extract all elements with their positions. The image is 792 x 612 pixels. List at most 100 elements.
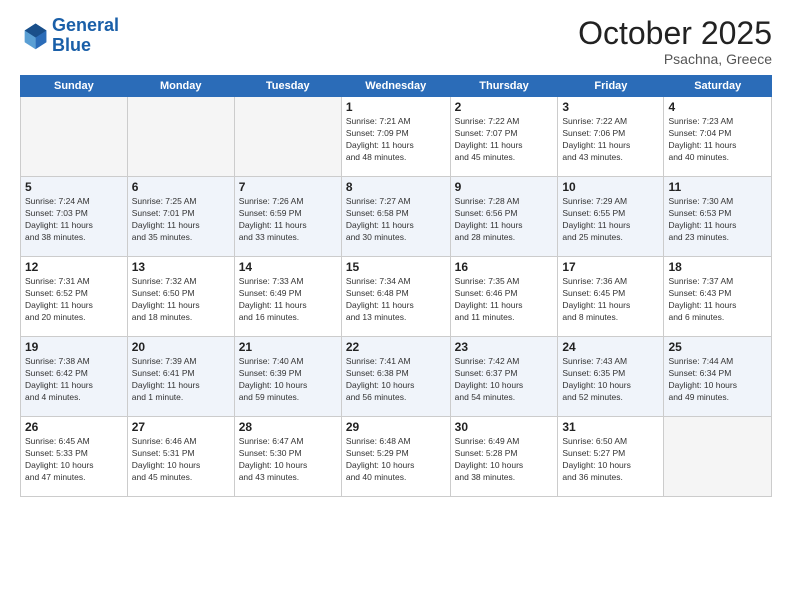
day-number: 8 (346, 180, 446, 194)
table-row: 1Sunrise: 7:21 AM Sunset: 7:09 PM Daylig… (21, 97, 772, 177)
day-info: Sunrise: 7:40 AM Sunset: 6:39 PM Dayligh… (239, 356, 337, 404)
table-cell: 24Sunrise: 7:43 AM Sunset: 6:35 PM Dayli… (558, 337, 664, 417)
day-info: Sunrise: 7:22 AM Sunset: 7:07 PM Dayligh… (455, 116, 554, 164)
table-cell: 2 Sunrise: 7:22 AM Sunset: 7:07 PM Daylig… (450, 97, 558, 177)
col-wednesday: Wednesday (341, 76, 450, 97)
day-info: Sunrise: 7:32 AM Sunset: 6:50 PM Dayligh… (132, 276, 230, 324)
day-info: Sunrise: 7:42 AM Sunset: 6:37 PM Dayligh… (455, 356, 554, 404)
day-number: 13 (132, 260, 230, 274)
table-cell: 9 Sunrise: 7:28 AM Sunset: 6:56 PM Daylig… (450, 177, 558, 257)
table-cell: 28Sunrise: 6:47 AM Sunset: 5:30 PM Dayli… (234, 417, 341, 497)
day-info: Sunrise: 7:36 AM Sunset: 6:45 PM Dayligh… (562, 276, 659, 324)
day-info: Sunrise: 7:28 AM Sunset: 6:56 PM Dayligh… (455, 196, 554, 244)
logo-general: General (52, 16, 119, 36)
day-number: 16 (455, 260, 554, 274)
table-cell: 26 Sunrise: 6:45 AM Sunset: 5:33 PM Dayli… (21, 417, 128, 497)
day-number: 1 (346, 100, 446, 114)
day-number: 18 (668, 260, 767, 274)
day-info: Sunrise: 7:33 AM Sunset: 6:49 PM Dayligh… (239, 276, 337, 324)
day-number: 15 (346, 260, 446, 274)
day-info: Sunrise: 6:45 AM Sunset: 5:33 PM Dayligh… (25, 436, 123, 484)
table-cell: 20 Sunrise: 7:39 AM Sunset: 6:41 PM Dayli… (127, 337, 234, 417)
day-number: 3 (562, 100, 659, 114)
table-cell: 29Sunrise: 6:48 AM Sunset: 5:29 PM Dayli… (341, 417, 450, 497)
day-info: Sunrise: 7:29 AM Sunset: 6:55 PM Dayligh… (562, 196, 659, 244)
day-number: 31 (562, 420, 659, 434)
table-cell: 12Sunrise: 7:31 AM Sunset: 6:52 PM Dayli… (21, 257, 128, 337)
day-info: Sunrise: 7:23 AM Sunset: 7:04 PM Dayligh… (668, 116, 767, 164)
table-cell: 5Sunrise: 7:24 AM Sunset: 7:03 PM Daylig… (21, 177, 128, 257)
calendar-page: General Blue October 2025 Psachna, Greec… (0, 0, 792, 612)
day-info: Sunrise: 7:25 AM Sunset: 7:01 PM Dayligh… (132, 196, 230, 244)
day-number: 22 (346, 340, 446, 354)
day-number: 9 (455, 180, 554, 194)
col-saturday: Saturday (664, 76, 772, 97)
table-cell: 27 Sunrise: 6:46 AM Sunset: 5:31 PM Dayli… (127, 417, 234, 497)
table-cell (664, 417, 772, 497)
day-number: 23 (455, 340, 554, 354)
table-cell: 15 Sunrise: 7:34 AM Sunset: 6:48 PM Dayli… (341, 257, 450, 337)
table-cell: 14 Sunrise: 7:33 AM Sunset: 6:49 PM Dayli… (234, 257, 341, 337)
header-row: Sunday Monday Tuesday Wednesday Thursday… (21, 76, 772, 97)
header: General Blue October 2025 Psachna, Greec… (20, 16, 772, 67)
day-number: 25 (668, 340, 767, 354)
day-info: Sunrise: 7:31 AM Sunset: 6:52 PM Dayligh… (25, 276, 123, 324)
table-row: 19 Sunrise: 7:38 AM Sunset: 6:42 PM Dayli… (21, 337, 772, 417)
table-cell: 17 Sunrise: 7:36 AM Sunset: 6:45 PM Dayli… (558, 257, 664, 337)
title-block: October 2025 Psachna, Greece (578, 16, 772, 67)
table-cell: 13 Sunrise: 7:32 AM Sunset: 6:50 PM Dayli… (127, 257, 234, 337)
table-cell: 1Sunrise: 7:21 AM Sunset: 7:09 PM Daylig… (341, 97, 450, 177)
location-subtitle: Psachna, Greece (578, 51, 772, 67)
table-cell: 25 Sunrise: 7:44 AM Sunset: 6:34 PM Dayli… (664, 337, 772, 417)
day-number: 21 (239, 340, 337, 354)
table-cell: 4 Sunrise: 7:23 AM Sunset: 7:04 PM Daylig… (664, 97, 772, 177)
day-info: Sunrise: 7:22 AM Sunset: 7:06 PM Dayligh… (562, 116, 659, 164)
day-info: Sunrise: 6:47 AM Sunset: 5:30 PM Dayligh… (239, 436, 337, 484)
day-number: 17 (562, 260, 659, 274)
day-info: Sunrise: 7:30 AM Sunset: 6:53 PM Dayligh… (668, 196, 767, 244)
day-info: Sunrise: 7:37 AM Sunset: 6:43 PM Dayligh… (668, 276, 767, 324)
table-cell: 16 Sunrise: 7:35 AM Sunset: 6:46 PM Dayli… (450, 257, 558, 337)
table-cell (234, 97, 341, 177)
day-info: Sunrise: 6:49 AM Sunset: 5:28 PM Dayligh… (455, 436, 554, 484)
table-row: 5Sunrise: 7:24 AM Sunset: 7:03 PM Daylig… (21, 177, 772, 257)
day-info: Sunrise: 6:50 AM Sunset: 5:27 PM Dayligh… (562, 436, 659, 484)
day-number: 19 (25, 340, 123, 354)
day-number: 29 (346, 420, 446, 434)
day-info: Sunrise: 7:41 AM Sunset: 6:38 PM Dayligh… (346, 356, 446, 404)
table-cell: 8Sunrise: 7:27 AM Sunset: 6:58 PM Daylig… (341, 177, 450, 257)
table-cell: 7Sunrise: 7:26 AM Sunset: 6:59 PM Daylig… (234, 177, 341, 257)
day-number: 6 (132, 180, 230, 194)
day-info: Sunrise: 7:38 AM Sunset: 6:42 PM Dayligh… (25, 356, 123, 404)
day-number: 26 (25, 420, 123, 434)
table-cell: 11Sunrise: 7:30 AM Sunset: 6:53 PM Dayli… (664, 177, 772, 257)
day-number: 14 (239, 260, 337, 274)
day-info: Sunrise: 7:24 AM Sunset: 7:03 PM Dayligh… (25, 196, 123, 244)
day-info: Sunrise: 7:44 AM Sunset: 6:34 PM Dayligh… (668, 356, 767, 404)
table-cell (127, 97, 234, 177)
day-number: 30 (455, 420, 554, 434)
table-row: 12Sunrise: 7:31 AM Sunset: 6:52 PM Dayli… (21, 257, 772, 337)
table-cell: 3 Sunrise: 7:22 AM Sunset: 7:06 PM Daylig… (558, 97, 664, 177)
day-info: Sunrise: 7:35 AM Sunset: 6:46 PM Dayligh… (455, 276, 554, 324)
table-cell: 31 Sunrise: 6:50 AM Sunset: 5:27 PM Dayli… (558, 417, 664, 497)
table-cell: 21 Sunrise: 7:40 AM Sunset: 6:39 PM Dayli… (234, 337, 341, 417)
day-number: 2 (455, 100, 554, 114)
day-info: Sunrise: 7:34 AM Sunset: 6:48 PM Dayligh… (346, 276, 446, 324)
col-monday: Monday (127, 76, 234, 97)
day-info: Sunrise: 7:39 AM Sunset: 6:41 PM Dayligh… (132, 356, 230, 404)
day-number: 27 (132, 420, 230, 434)
day-info: Sunrise: 6:46 AM Sunset: 5:31 PM Dayligh… (132, 436, 230, 484)
col-friday: Friday (558, 76, 664, 97)
calendar-table: Sunday Monday Tuesday Wednesday Thursday… (20, 75, 772, 497)
logo: General Blue (20, 16, 119, 56)
col-sunday: Sunday (21, 76, 128, 97)
table-cell: 30 Sunrise: 6:49 AM Sunset: 5:28 PM Dayli… (450, 417, 558, 497)
day-number: 24 (562, 340, 659, 354)
logo-blue: Blue (52, 36, 119, 56)
day-number: 7 (239, 180, 337, 194)
logo-icon (20, 22, 48, 50)
day-number: 20 (132, 340, 230, 354)
table-cell (21, 97, 128, 177)
day-number: 4 (668, 100, 767, 114)
